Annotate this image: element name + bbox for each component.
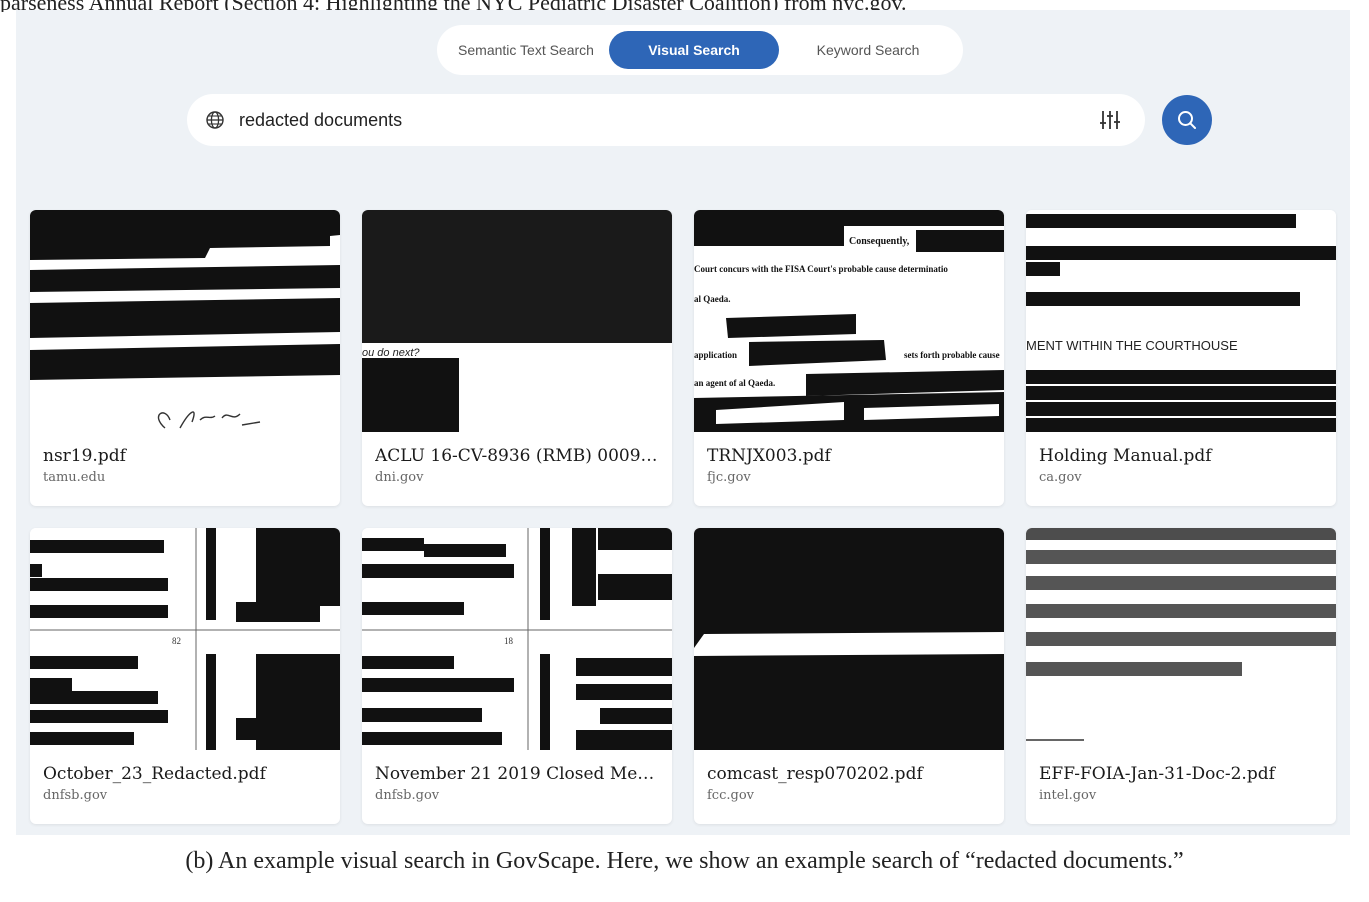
result-domain: fcc.gov [707, 788, 754, 803]
result-card[interactable]: comcast_resp070202.pdf fcc.gov [694, 528, 1004, 824]
thumbnail-text: Court concurs with the FISA Court's prob… [694, 264, 948, 274]
result-thumbnail [694, 528, 1004, 750]
thumbnail-text: 82 [172, 636, 181, 646]
result-title: Holding Manual.pdf [1039, 446, 1212, 466]
tab-keyword-search[interactable]: Keyword Search [779, 31, 957, 69]
search-button[interactable] [1162, 95, 1212, 145]
result-card[interactable]: nsr19.pdf tamu.edu [30, 210, 340, 506]
search-bar [187, 94, 1145, 146]
result-domain: dni.gov [375, 470, 424, 485]
thumbnail-text: Consequently, [849, 236, 910, 247]
result-card[interactable]: ou do next? ACLU 16-CV-8936 (RMB) 00091.… [362, 210, 672, 506]
thumbnail-text: sets forth probable cause [904, 350, 1000, 360]
result-thumbnail: ou do next? [362, 210, 672, 432]
result-card[interactable]: Consequently, Court concurs with the FIS… [694, 210, 1004, 506]
result-title: October_23_Redacted.pdf [43, 764, 266, 784]
search-input[interactable] [239, 109, 1097, 131]
result-card[interactable]: EFF-FOIA-Jan-31-Doc-2.pdf intel.gov [1026, 528, 1336, 824]
result-card[interactable]: MENT WITHIN THE COURTHOUSE Holding Manua… [1026, 210, 1336, 506]
thumbnail-text: ou do next? [362, 347, 420, 359]
result-thumbnail [30, 210, 340, 432]
results-grid: nsr19.pdf tamu.edu ou do next? ACLU 16-C… [30, 210, 1337, 824]
sliders-icon[interactable] [1097, 107, 1123, 133]
result-domain: tamu.edu [43, 470, 106, 485]
result-thumbnail: 82 [30, 528, 340, 750]
result-thumbnail [1026, 528, 1336, 750]
result-card[interactable]: 18 November 21 2019 Closed Meeti... dnfs… [362, 528, 672, 824]
result-title: TRNJX003.pdf [707, 446, 831, 466]
tab-visual-search[interactable]: Visual Search [609, 31, 779, 69]
thumbnail-text: 18 [504, 636, 514, 646]
result-domain: dnfsb.gov [375, 788, 440, 803]
result-domain: ca.gov [1039, 470, 1082, 485]
result-domain: dnfsb.gov [43, 788, 108, 803]
result-thumbnail: Consequently, Court concurs with the FIS… [694, 210, 1004, 432]
thumbnail-text: al Qaeda. [694, 294, 731, 304]
search-icon [1178, 111, 1196, 129]
result-domain: intel.gov [1039, 788, 1097, 803]
result-title: ACLU 16-CV-8936 (RMB) 00091... [375, 446, 660, 466]
result-title: nsr19.pdf [43, 446, 126, 466]
figure-caption: (b) An example visual search in GovScape… [185, 848, 1184, 874]
thumbnail-text: an agent of al Qaeda. [694, 378, 775, 388]
result-title: EFF-FOIA-Jan-31-Doc-2.pdf [1039, 764, 1275, 784]
globe-icon [206, 111, 224, 129]
tab-semantic-text-search[interactable]: Semantic Text Search [443, 31, 609, 69]
search-mode-tabs: Semantic Text Search Visual Search Keywo… [437, 25, 963, 75]
result-title: November 21 2019 Closed Meeti... [375, 764, 660, 784]
thumbnail-text: MENT WITHIN THE COURTHOUSE [1026, 338, 1238, 353]
result-domain: fjc.gov [707, 470, 751, 485]
result-title: comcast_resp070202.pdf [707, 764, 923, 784]
result-card[interactable]: 82 October_23_Redacted.pdf dnfsb.gov [30, 528, 340, 824]
result-thumbnail: 18 [362, 528, 672, 750]
result-thumbnail: MENT WITHIN THE COURTHOUSE [1026, 210, 1336, 432]
thumbnail-text: application [694, 350, 737, 360]
